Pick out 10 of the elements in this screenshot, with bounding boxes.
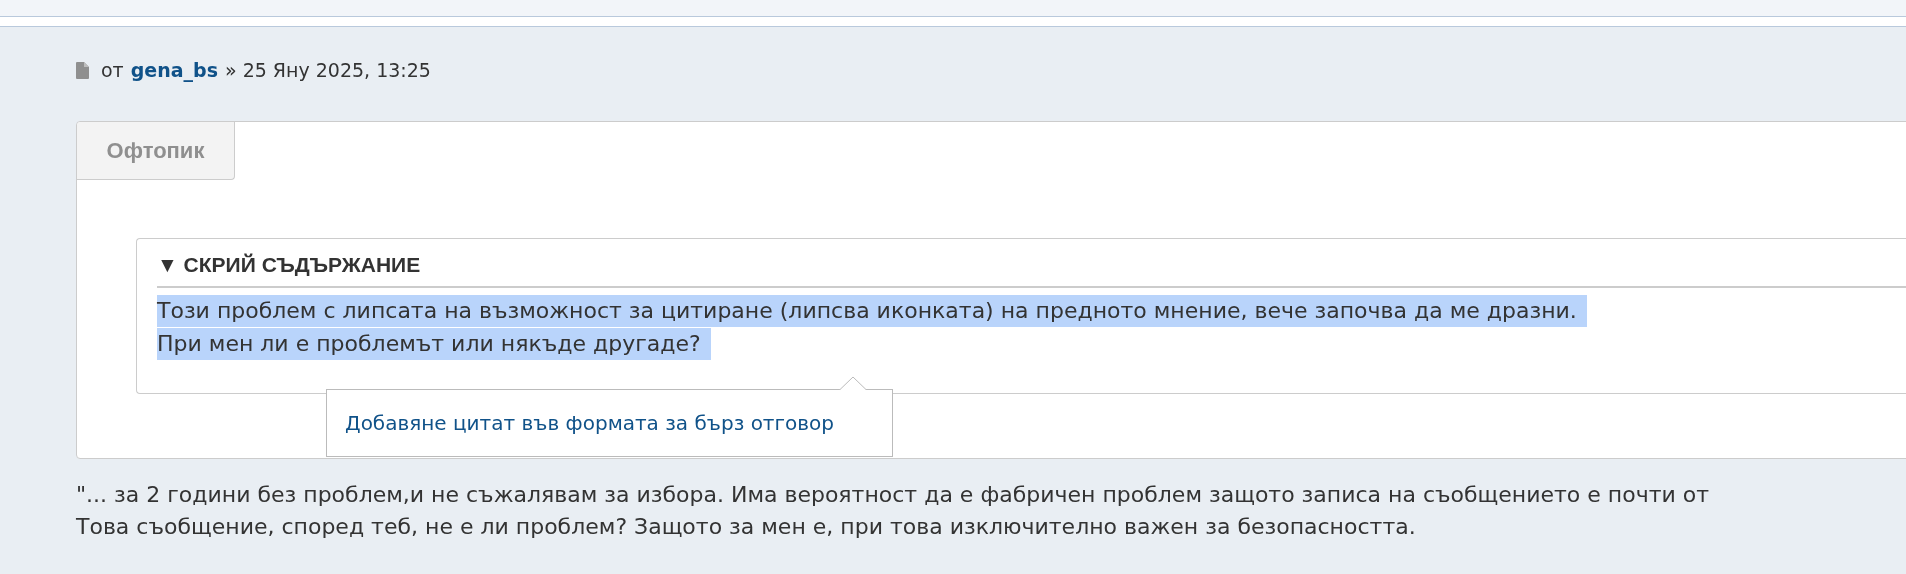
author-link[interactable]: gena_bs: [130, 59, 218, 81]
document-icon: [76, 61, 89, 79]
post-meta-prefix: от: [101, 59, 124, 81]
post-date: » 25 Яну 2025, 13:25: [224, 59, 431, 81]
add-quote-link[interactable]: Добавяне цитат във формата за бърз отговор: [345, 411, 834, 435]
post-text-line: Това съобщение, според теб, не е ли проблем? Защото за мен е, при това изключително важен за безопасността.: [76, 513, 1416, 541]
spoiler-toggle[interactable]: ▼ СКРИЙ СЪДЪРЖАНИЕ: [157, 239, 1906, 288]
spoiler-text: При мен ли е проблемът или някъде другаде?: [157, 328, 711, 360]
spoiler-text: Този проблем с липсата на възможност за цитиране (липсва иконката) на предното мнение, вече започва да ме дразни.: [157, 295, 1587, 327]
post-text-line: "... за 2 години без проблем,и не съжалявам за избора. Има вероятност да е фабричен проблем защото записа на съобщението е почти от: [76, 481, 1710, 509]
